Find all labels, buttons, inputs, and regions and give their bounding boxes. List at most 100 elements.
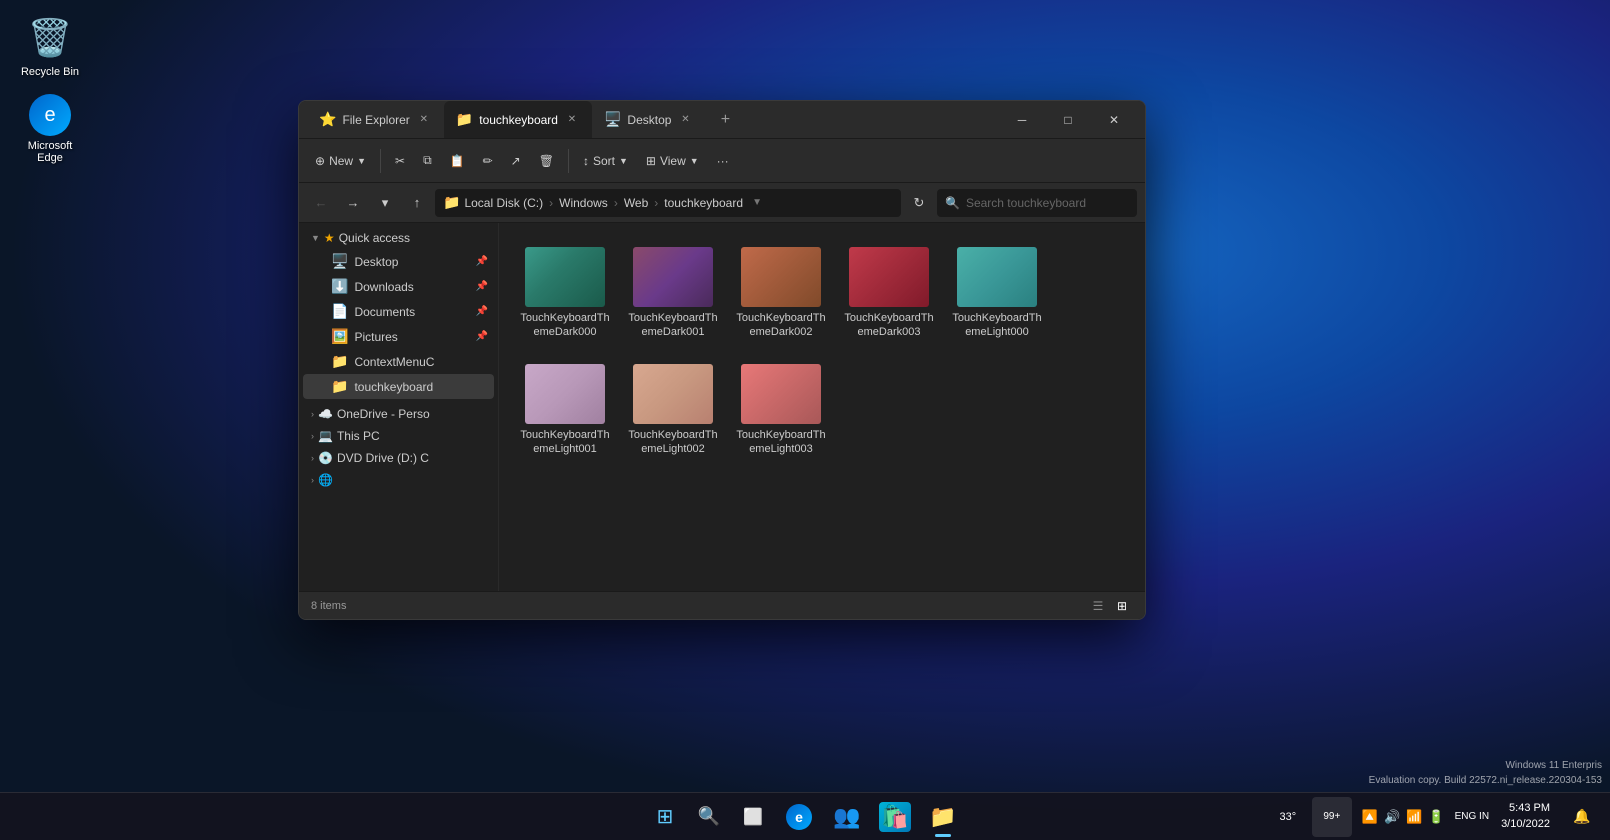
file-label-dark000: TouchKeyboardThemeDark000 <box>519 311 611 340</box>
refresh-button[interactable]: ↻ <box>905 189 933 217</box>
file-thumbnail-light001 <box>525 364 605 424</box>
pictures-sidebar-icon: 🖼️ <box>331 328 348 345</box>
tab-desktop-icon: 🖥️ <box>604 111 621 128</box>
file-item-dark003[interactable]: TouchKeyboardThemeDark003 <box>839 239 939 348</box>
store-icon: 🛍️ <box>879 802 910 832</box>
up-button[interactable]: ↑ <box>403 189 431 217</box>
tab-touchkeyboard-close[interactable]: ✕ <box>564 112 580 128</box>
paste-button[interactable]: 📋 <box>442 145 473 177</box>
sidebar-item-downloads[interactable]: ⬇️ Downloads 📌 <box>303 274 494 299</box>
tab-desktop-label: Desktop <box>627 113 671 127</box>
path-dropdown-chevron[interactable]: ▼ <box>747 189 767 217</box>
sys-icons[interactable]: 🔼 🔊 📶 🔋 <box>1356 809 1451 825</box>
share-button[interactable]: ↗ <box>503 145 529 177</box>
address-path[interactable]: 📁 Local Disk (C:) › Windows › Web › touc… <box>435 189 901 217</box>
sidebar-item-pictures[interactable]: 🖼️ Pictures 📌 <box>303 324 494 349</box>
network-icon: 🌐 <box>318 473 333 487</box>
documents-pin-icon: 📌 <box>476 306 488 317</box>
taskbar-teams[interactable]: 👥 <box>825 795 869 839</box>
task-view-button[interactable]: ⬜ <box>733 797 773 837</box>
tab-desktop[interactable]: 🖥️ Desktop ✕ <box>592 101 705 138</box>
network-header[interactable]: › 🌐 <box>303 469 494 491</box>
status-bar: 8 items ☰ ⊞ <box>299 591 1145 619</box>
taskbar-clock[interactable]: 5:43 PM 3/10/2022 <box>1493 801 1558 832</box>
explorer-icon: 📁 <box>929 804 956 830</box>
file-thumbnail-dark001 <box>633 247 713 307</box>
tab-touchkeyboard[interactable]: 📁 touchkeyboard ✕ <box>444 101 592 138</box>
back-button[interactable]: ← <box>307 189 335 217</box>
sort-label: Sort <box>593 154 615 168</box>
rename-button[interactable]: ✏ <box>475 145 501 177</box>
recycle-bin-label: Recycle Bin <box>21 66 79 78</box>
this-pc-icon: 💻 <box>318 429 333 443</box>
new-tab-button[interactable]: + <box>709 104 741 136</box>
forward-button[interactable]: → <box>339 189 367 217</box>
temp-badge[interactable]: 33° <box>1268 797 1308 837</box>
status-bar-right: ☰ ⊞ <box>1087 595 1133 617</box>
desktop-icon-edge[interactable]: e Microsoft Edge <box>10 90 90 168</box>
clock-date: 3/10/2022 <box>1501 817 1550 832</box>
file-item-light001[interactable]: TouchKeyboardThemeLight001 <box>515 356 615 465</box>
file-item-light002[interactable]: TouchKeyboardThemeLight002 <box>623 356 723 465</box>
grid-view-button[interactable]: ⊞ <box>1111 595 1133 617</box>
taskbar-store[interactable]: 🛍️ <box>873 795 917 839</box>
recent-button[interactable]: ▾ <box>371 189 399 217</box>
path-sep-3: › <box>654 196 658 210</box>
pictures-pin-icon: 📌 <box>476 331 488 342</box>
tab-file-explorer-label: File Explorer <box>342 113 409 127</box>
search-box[interactable]: 🔍 <box>937 189 1137 217</box>
documents-sidebar-label: Documents <box>354 305 415 319</box>
list-view-button[interactable]: ☰ <box>1087 595 1109 617</box>
pictures-sidebar-label: Pictures <box>354 330 397 344</box>
item-count: 8 items <box>311 600 346 612</box>
search-input[interactable] <box>966 196 1129 210</box>
minimize-button[interactable]: ─ <box>999 104 1045 136</box>
close-button[interactable]: ✕ <box>1091 104 1137 136</box>
sidebar-item-context-menu[interactable]: 📁 ContextMenuC <box>303 349 494 374</box>
files-grid: TouchKeyboardThemeDark000 TouchKeyboardTh… <box>515 239 1129 464</box>
notification-badge[interactable]: 99+ <box>1312 797 1352 837</box>
chevron-up-icon: 🔼 <box>1362 809 1378 825</box>
more-button[interactable]: ··· <box>709 145 737 177</box>
copy-button[interactable]: ⧉ <box>415 145 440 177</box>
search-button[interactable]: 🔍 <box>689 797 729 837</box>
view-label: View <box>660 154 686 168</box>
maximize-button[interactable]: □ <box>1045 104 1091 136</box>
file-item-light003[interactable]: TouchKeyboardThemeLight003 <box>731 356 831 465</box>
dvd-header[interactable]: › 💿 DVD Drive (D:) C <box>303 447 494 469</box>
sort-button[interactable]: ↕ Sort ▼ <box>575 145 636 177</box>
tab-file-explorer-close[interactable]: ✕ <box>416 112 432 128</box>
taskbar-explorer[interactable]: 📁 <box>921 795 965 839</box>
file-thumbnail-dark000 <box>525 247 605 307</box>
file-item-dark000[interactable]: TouchKeyboardThemeDark000 <box>515 239 615 348</box>
language-indicator[interactable]: ENG IN <box>1455 811 1489 823</box>
onedrive-header[interactable]: › ☁️ OneDrive - Perso <box>303 403 494 425</box>
tab-desktop-close[interactable]: ✕ <box>677 112 693 128</box>
sidebar-item-documents[interactable]: 📄 Documents 📌 <box>303 299 494 324</box>
delete-button[interactable]: 🗑 <box>531 145 562 177</box>
sidebar-item-desktop[interactable]: 🖥️ Desktop 📌 <box>303 249 494 274</box>
onedrive-icon: ☁️ <box>318 407 333 421</box>
file-item-dark002[interactable]: TouchKeyboardThemeDark002 <box>731 239 831 348</box>
notification-center-button[interactable]: 🔔 <box>1562 797 1602 837</box>
battery-icon: 🔋 <box>1428 809 1444 825</box>
share-icon: ↗ <box>511 154 521 168</box>
downloads-pin-icon: 📌 <box>476 281 488 292</box>
taskbar-edge[interactable]: e <box>777 795 821 839</box>
new-button[interactable]: ⊕ New ▼ <box>307 145 374 177</box>
sort-chevron: ▼ <box>619 156 628 166</box>
cut-button[interactable]: ✂ <box>387 145 413 177</box>
tab-file-explorer[interactable]: ⭐ File Explorer ✕ <box>307 101 444 138</box>
separator-1 <box>380 149 381 173</box>
file-item-dark001[interactable]: TouchKeyboardThemeDark001 <box>623 239 723 348</box>
recycle-bin-icon: 🗑️ <box>26 14 74 62</box>
quick-access-header[interactable]: ▼ ★ Quick access <box>303 227 494 249</box>
this-pc-header[interactable]: › 💻 This PC <box>303 425 494 447</box>
desktop-icon-recycle-bin[interactable]: 🗑️ Recycle Bin <box>10 10 90 82</box>
view-button[interactable]: ⊞ View ▼ <box>638 145 707 177</box>
start-button[interactable]: ⊞ <box>645 797 685 837</box>
cut-icon: ✂ <box>395 154 405 168</box>
path-part-2: Web <box>624 196 648 210</box>
sidebar-item-touchkeyboard[interactable]: 📁 touchkeyboard <box>303 374 494 399</box>
file-item-light000[interactable]: TouchKeyboardThemeLight000 <box>947 239 1047 348</box>
